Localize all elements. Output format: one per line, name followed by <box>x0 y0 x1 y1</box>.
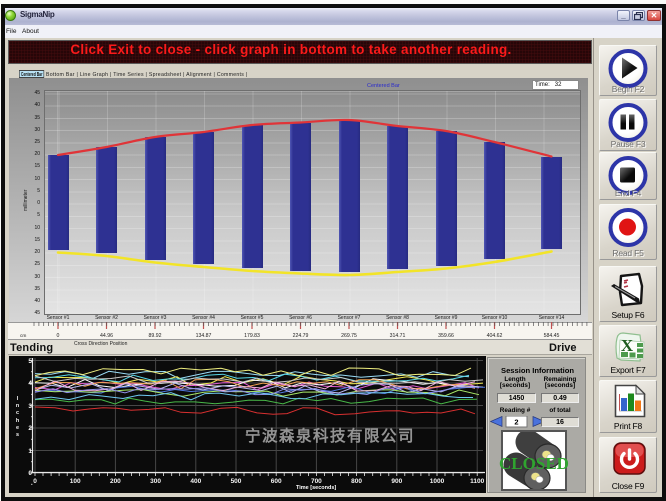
svg-text:X: X <box>621 336 634 355</box>
svg-text:2: 2 <box>514 418 518 427</box>
